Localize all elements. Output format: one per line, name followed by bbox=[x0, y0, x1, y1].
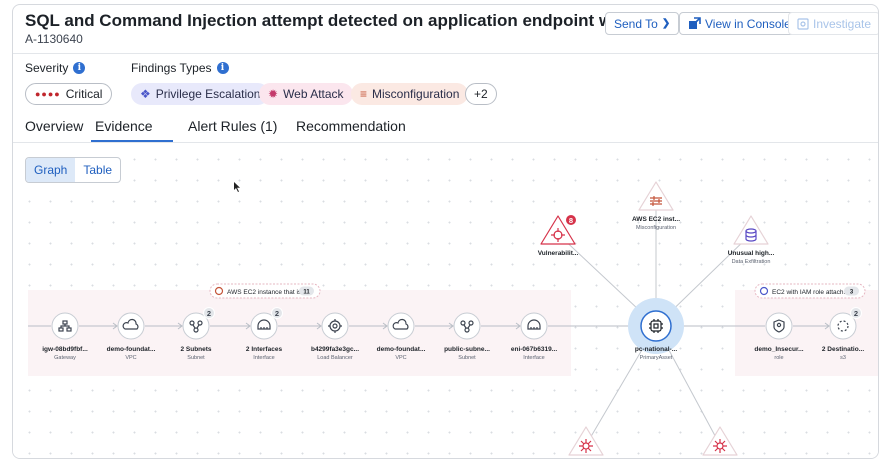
count-badge-label: 8 bbox=[569, 216, 573, 225]
group-count-label: 11 bbox=[303, 290, 310, 296]
node-name: igw-08bd9fbf... bbox=[42, 346, 88, 353]
group-label-text: EC2 with IAM role attach... bbox=[772, 289, 849, 296]
finding-node bbox=[733, 215, 769, 245]
node-name: pc-national-... bbox=[635, 346, 677, 353]
node-type: s3 bbox=[840, 355, 846, 361]
info-icon[interactable]: i bbox=[73, 62, 86, 74]
finding-chip-label: Privilege Escalation bbox=[155, 87, 261, 101]
node-type: Data Exfiltration bbox=[732, 259, 771, 265]
tab-overview[interactable]: Overview bbox=[25, 118, 83, 134]
node-name: AWS EC2 inst... bbox=[632, 216, 680, 223]
node-name: 2 Destinatio... bbox=[822, 346, 864, 353]
severity-value: Critical bbox=[65, 87, 103, 101]
investigate-icon bbox=[797, 17, 809, 30]
group-band-left bbox=[28, 290, 571, 376]
node-type: Load Balancer bbox=[317, 355, 353, 361]
finding-chip-privilege-escalation[interactable]: ❖ Privilege Escalation bbox=[131, 83, 270, 105]
node-name: b4299fa3e3gc... bbox=[311, 346, 359, 353]
table-view-button[interactable]: Table bbox=[75, 158, 120, 182]
graph-node bbox=[520, 312, 548, 340]
node-type: Gateway bbox=[54, 355, 76, 361]
external-link-icon bbox=[689, 17, 701, 29]
fingerprint-icon: ❖ bbox=[140, 87, 151, 101]
group-label-text: AWS EC2 instance that is... bbox=[227, 289, 307, 296]
node-type: PrimaryAsset bbox=[640, 355, 673, 361]
evidence-graph[interactable]: igw-08bd9fbf... Gateway demo-foundat... VPC… bbox=[13, 143, 879, 459]
more-findings-chip[interactable]: +2 bbox=[465, 83, 497, 105]
graph-node bbox=[387, 312, 415, 340]
send-to-label: Send To bbox=[614, 16, 658, 31]
node-name: 2 Interfaces bbox=[246, 346, 283, 353]
finding-chip-web-attack[interactable]: ✹ Web Attack bbox=[259, 83, 353, 105]
finding-node bbox=[638, 181, 674, 211]
finding-chip-label: Misconfiguration bbox=[372, 87, 460, 101]
node-name: 2 Subnets bbox=[180, 346, 211, 353]
mouse-cursor-icon bbox=[234, 182, 240, 192]
alert-panel: SQL and Command Injection attempt detect… bbox=[12, 4, 879, 459]
tab-alert-rules[interactable]: Alert Rules (1) bbox=[188, 118, 277, 134]
info-icon[interactable]: i bbox=[216, 62, 229, 74]
findings-heading: Findings Types i bbox=[131, 61, 229, 75]
tab-evidence[interactable]: Evidence bbox=[95, 118, 153, 134]
count-badge-label: 2 bbox=[854, 309, 858, 318]
finding-chip-label: Web Attack bbox=[283, 87, 344, 101]
severity-dots-icon: ●●●● bbox=[35, 89, 61, 99]
severity-badge: ●●●● Critical bbox=[25, 83, 113, 105]
node-name: demo-foundat... bbox=[107, 346, 156, 353]
node-type: Subnet bbox=[458, 355, 476, 361]
header-divider bbox=[13, 53, 878, 54]
finding-chip-misconfiguration[interactable]: ≡ Misconfiguration bbox=[351, 83, 469, 105]
view-toggle: Graph Table bbox=[25, 157, 122, 183]
primary-node bbox=[640, 310, 672, 342]
node-type: VPC bbox=[395, 355, 406, 361]
findings-label: Findings Types bbox=[131, 61, 212, 75]
node-name: demo_Insecur... bbox=[754, 346, 803, 353]
graph-node bbox=[117, 312, 145, 340]
graph-node bbox=[453, 312, 481, 340]
graph-canvas[interactable]: igw-08bd9fbf... Gateway demo-foundat... VPC… bbox=[13, 143, 879, 459]
node-type: Interface bbox=[253, 355, 274, 361]
tab-recommendation[interactable]: Recommendation bbox=[296, 118, 406, 134]
send-to-button[interactable]: Send To ❯ bbox=[605, 12, 680, 35]
node-type: Interface bbox=[523, 355, 544, 361]
graph-view-button[interactable]: Graph bbox=[26, 158, 76, 182]
node-name: demo-foundat... bbox=[377, 346, 426, 353]
count-badge-label: 2 bbox=[207, 309, 211, 318]
node-type: Misconfiguration bbox=[636, 225, 676, 231]
node-name: Unusual high... bbox=[728, 250, 775, 257]
severity-heading: Severity i bbox=[25, 61, 86, 75]
view-in-console-label: View in Console bbox=[705, 16, 791, 31]
node-type: role bbox=[774, 355, 783, 361]
view-in-console-button[interactable]: View in Console bbox=[679, 12, 800, 35]
chevron-down-icon: ❯ bbox=[661, 18, 671, 29]
node-type: Subnet bbox=[187, 355, 205, 361]
virus-icon: ✹ bbox=[268, 87, 279, 101]
node-name: Vulnerabilit... bbox=[538, 250, 579, 257]
sliders-icon bbox=[650, 196, 662, 206]
investigate-label: Investigate bbox=[813, 16, 872, 31]
count-badge-label: 2 bbox=[275, 309, 279, 318]
severity-label: Severity bbox=[25, 61, 69, 75]
node-name: public-subne... bbox=[444, 346, 490, 353]
investigate-button[interactable]: Investigate bbox=[788, 12, 878, 35]
alert-id: A-1130640 bbox=[25, 32, 83, 46]
group-band-right bbox=[735, 290, 878, 376]
node-type: VPC bbox=[125, 355, 136, 361]
sliders-icon: ≡ bbox=[360, 87, 368, 101]
graph-node bbox=[321, 312, 349, 340]
node-name: eni-067b6319... bbox=[511, 346, 557, 353]
